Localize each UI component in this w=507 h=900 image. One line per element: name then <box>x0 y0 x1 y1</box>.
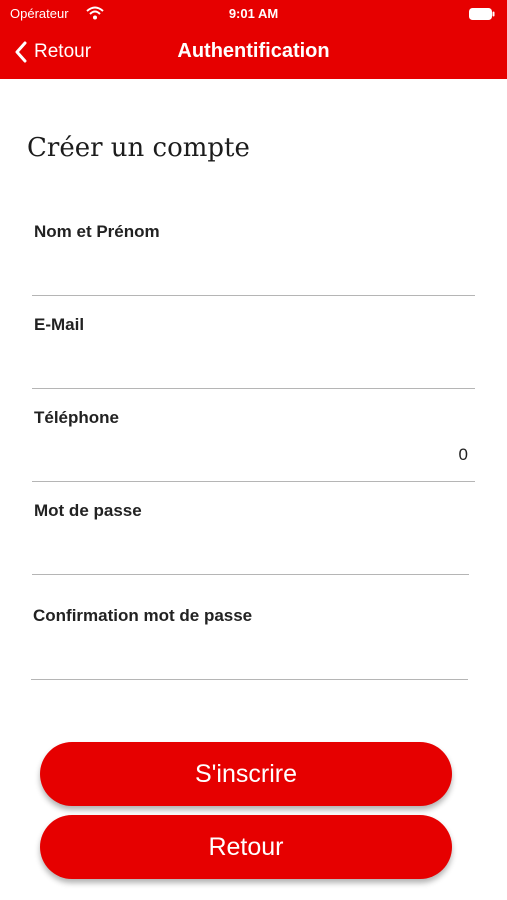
email-field-label: E-Mail <box>34 315 85 334</box>
page-title: Créer un compte <box>27 133 250 163</box>
password-confirm-field-label: Confirmation mot de passe <box>33 606 253 625</box>
name-field-underline <box>32 295 475 296</box>
password-confirm-field[interactable] <box>33 642 463 676</box>
app-header: Opérateur 9:01 AM Retour Authentificatio… <box>0 0 507 79</box>
phone-field-underline <box>32 481 475 482</box>
password-field-underline <box>32 574 469 575</box>
back-button[interactable]: Retour <box>40 815 452 879</box>
password-field-label: Mot de passe <box>34 501 142 520</box>
password-field[interactable] <box>34 537 464 571</box>
register-button[interactable]: S'inscrire <box>40 742 452 806</box>
email-field[interactable] <box>34 351 470 385</box>
password-confirm-field-underline <box>31 679 468 680</box>
battery-icon <box>469 8 495 20</box>
status-time: 9:01 AM <box>228 6 279 21</box>
email-field-underline <box>32 388 475 389</box>
status-bar: Opérateur 9:01 AM <box>0 0 507 28</box>
name-field-label: Nom et Prénom <box>34 222 160 241</box>
phone-field-label: Téléphone <box>34 408 120 427</box>
name-field[interactable] <box>34 258 470 292</box>
nav-title: Authentification <box>177 40 330 62</box>
phone-field[interactable] <box>34 438 468 472</box>
